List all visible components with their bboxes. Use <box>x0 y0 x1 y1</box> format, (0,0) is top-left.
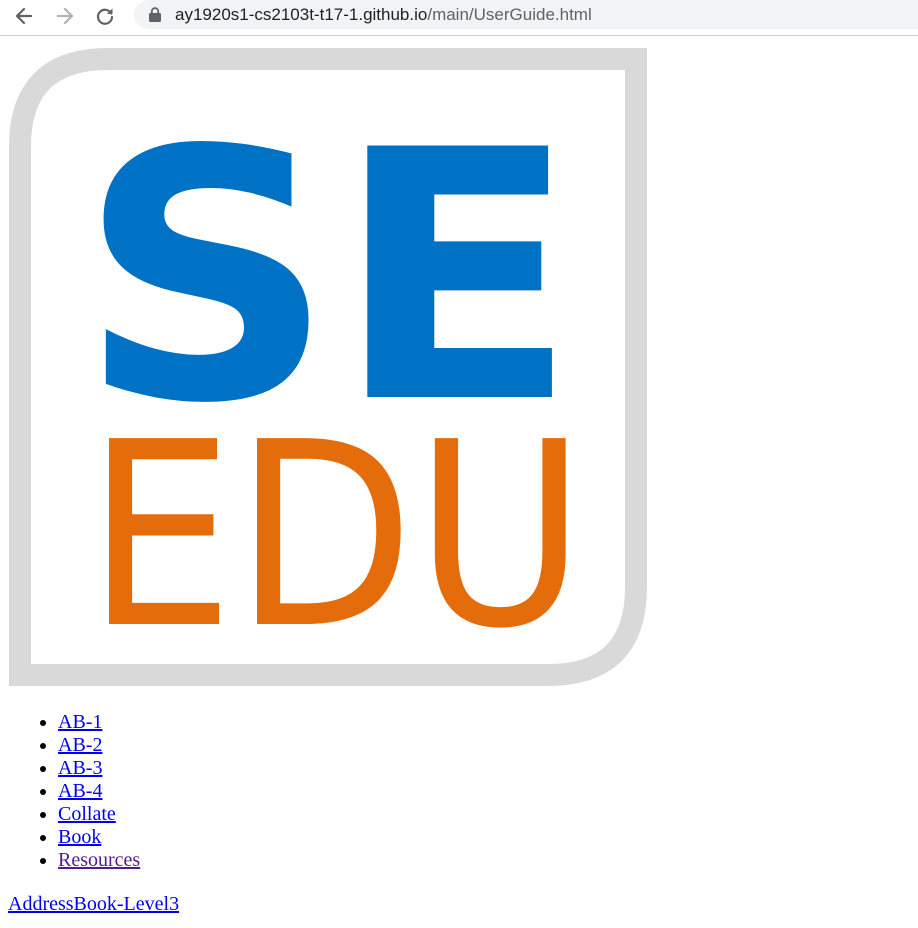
nav-item: Collate <box>58 803 140 826</box>
reload-icon <box>96 8 114 25</box>
site-nav: AB-1 AB-2 AB-3 AB-4 Collate Book Resourc… <box>18 711 140 872</box>
browser-toolbar: ay1920s1-cs2103t-t17-1.github.io/main/Us… <box>0 0 918 36</box>
nav-item: Resources <box>58 849 140 872</box>
arrow-right-icon <box>56 7 74 25</box>
reload-button[interactable] <box>92 3 118 29</box>
lock-icon <box>149 7 161 22</box>
brand-link[interactable]: AddressBook-Level3 <box>8 893 179 916</box>
nav-item: AB-1 <box>58 711 140 734</box>
nav-link-book[interactable]: Book <box>58 826 101 848</box>
nav-item: AB-2 <box>58 734 140 757</box>
nav-link-ab-2[interactable]: AB-2 <box>58 734 102 756</box>
nav-link-ab-4[interactable]: AB-4 <box>58 780 102 802</box>
nav-link-ab-1[interactable]: AB-1 <box>58 711 102 733</box>
back-button[interactable] <box>11 3 37 29</box>
arrow-left-icon <box>15 7 33 25</box>
nav-link-resources[interactable]: Resources <box>58 849 140 871</box>
nav-item: AB-4 <box>58 780 140 803</box>
logo-line2: EDU <box>86 388 586 685</box>
se-edu-logo: SE EDU <box>9 48 647 686</box>
forward-button[interactable] <box>52 3 78 29</box>
url-path: /main/UserGuide.html <box>427 5 592 24</box>
nav-link-collate[interactable]: Collate <box>58 803 116 825</box>
url-host: ay1920s1-cs2103t-t17-1.github.io <box>175 5 428 24</box>
address-bar[interactable]: ay1920s1-cs2103t-t17-1.github.io/main/Us… <box>134 0 918 29</box>
nav-link-ab-3[interactable]: AB-3 <box>58 757 102 779</box>
url-text[interactable]: ay1920s1-cs2103t-t17-1.github.io/main/Us… <box>175 0 592 29</box>
nav-item: Book <box>58 826 140 849</box>
nav-item: AB-3 <box>58 757 140 780</box>
